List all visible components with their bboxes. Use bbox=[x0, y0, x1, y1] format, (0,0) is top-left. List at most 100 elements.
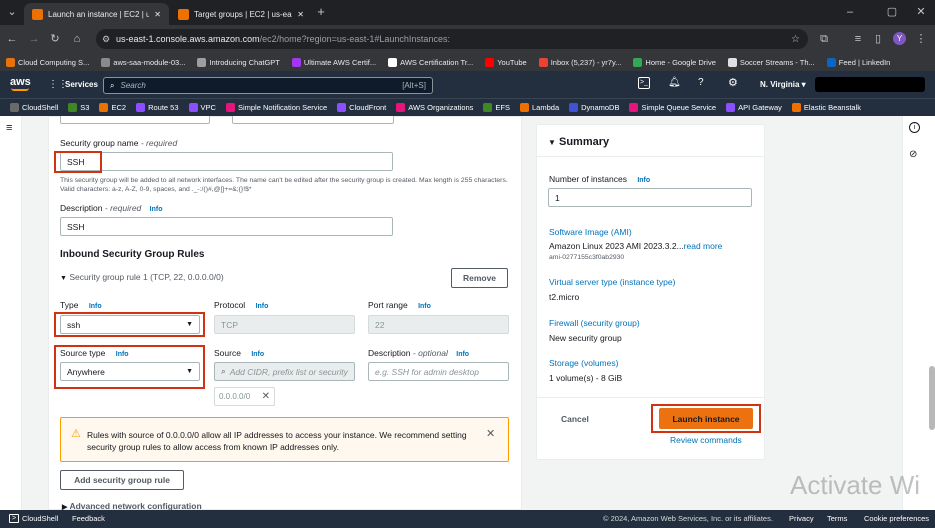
favorite-service-cloudshell[interactable]: CloudShell bbox=[10, 103, 58, 112]
maximize-icon[interactable]: ▢ bbox=[884, 0, 900, 26]
favorite-service-lambda[interactable]: Lambda bbox=[520, 103, 559, 112]
bookmark-item[interactable]: Feed | LinkedIn bbox=[826, 57, 890, 67]
favorite-service-efs[interactable]: EFS bbox=[483, 103, 510, 112]
description-input[interactable]: SSH bbox=[60, 217, 393, 236]
bookmark-item[interactable]: Cloud Computing S... bbox=[6, 57, 89, 67]
aws-logo[interactable]: aws bbox=[10, 76, 31, 88]
forward-icon[interactable]: → bbox=[26, 25, 42, 53]
favorite-service-vpc[interactable]: VPC bbox=[188, 103, 216, 112]
info-link[interactable]: Info bbox=[637, 177, 650, 184]
footer-terms[interactable]: Terms bbox=[827, 514, 847, 523]
ami-value: Amazon Linux 2023 AMI 2023.3.2...read mo… bbox=[549, 241, 723, 251]
footer-privacy[interactable]: Privacy bbox=[789, 514, 814, 523]
hamburger-menu-icon[interactable]: ≡ bbox=[6, 122, 12, 134]
bookmark-item[interactable]: Ultimate AWS Certif... bbox=[291, 57, 377, 67]
num-instances-input[interactable]: 1 bbox=[548, 188, 752, 207]
storage-link[interactable]: Storage (volumes) bbox=[549, 358, 618, 368]
reload-icon[interactable]: ↻ bbox=[47, 25, 63, 53]
rule-1-toggle[interactable]: ▼ Security group rule 1 (TCP, 22, 0.0.0.… bbox=[60, 272, 224, 282]
info-link[interactable]: Info bbox=[251, 351, 264, 358]
favorite-service-simple-queue-service[interactable]: Simple Queue Service bbox=[629, 103, 716, 112]
footer-feedback[interactable]: Feedback bbox=[72, 514, 105, 523]
instance-type-link[interactable]: Virtual server type (instance type) bbox=[549, 277, 675, 287]
favorite-service-elastic-beanstalk[interactable]: Elastic Beanstalk bbox=[791, 103, 861, 112]
read-more-link[interactable]: read more bbox=[684, 241, 723, 251]
site-info-icon[interactable]: ⚙ bbox=[102, 34, 110, 45]
new-tab-icon[interactable]: + bbox=[313, 0, 329, 26]
profile-avatar[interactable]: Y bbox=[893, 32, 906, 45]
bookmark-item[interactable]: Home - Google Drive bbox=[633, 57, 716, 67]
favorite-service-api-gateway[interactable]: API Gateway bbox=[726, 103, 782, 112]
field-above-partial[interactable] bbox=[60, 116, 210, 124]
bookmark-item[interactable]: Inbox (5,237) - yr7y... bbox=[538, 57, 621, 67]
footer-cookies[interactable]: Cookie preferences bbox=[864, 514, 929, 523]
cloudshell-icon[interactable]: >_ bbox=[638, 77, 650, 89]
ami-link[interactable]: Software Image (AMI) bbox=[549, 227, 632, 237]
bookmark-star-icon[interactable]: ☆ bbox=[791, 34, 800, 45]
instance-type-value: t2.micro bbox=[549, 292, 580, 302]
browser-tab-active[interactable]: Launch an instance | EC2 | us-e ✕ bbox=[24, 3, 169, 25]
bookmark-item[interactable]: YouTube bbox=[485, 57, 527, 67]
side-panel-icon[interactable]: ▯ bbox=[870, 25, 886, 53]
extensions-icon[interactable]: ⧉ bbox=[816, 25, 832, 53]
favorite-service-ec2[interactable]: EC2 bbox=[99, 103, 126, 112]
rule-description-input[interactable]: e.g. SSH for admin desktop bbox=[368, 362, 509, 381]
sg-name-input[interactable]: SSH bbox=[60, 152, 393, 171]
bookmark-label: Ultimate AWS Certif... bbox=[303, 57, 377, 67]
info-link[interactable]: Info bbox=[256, 303, 269, 310]
tab-list-chevron-icon[interactable]: ⌄ bbox=[4, 0, 20, 26]
summary-toggle[interactable]: ▼ Summary bbox=[548, 136, 609, 148]
address-bar[interactable]: ⚙ us-east-1.console.aws.amazon.com /ec2/… bbox=[96, 29, 808, 49]
remove-rule-button[interactable]: Remove bbox=[451, 268, 508, 288]
ec2-favicon-icon bbox=[32, 8, 43, 20]
source-cidr-input[interactable]: ⌕ Add CIDR, prefix list or security bbox=[214, 362, 355, 381]
highlight-box bbox=[651, 404, 761, 433]
bookmark-item[interactable]: aws-saa-module-03... bbox=[101, 57, 185, 67]
help-icon[interactable]: ? bbox=[698, 77, 704, 88]
favorite-service-cloudfront[interactable]: CloudFront bbox=[337, 103, 386, 112]
browser-menu-icon[interactable]: ⋮ bbox=[913, 25, 929, 53]
bookmark-favicon-icon bbox=[197, 57, 207, 67]
favorite-service-aws-organizations[interactable]: AWS Organizations bbox=[396, 103, 473, 112]
window-close-icon[interactable]: ✕ bbox=[913, 0, 929, 26]
info-link[interactable]: Info bbox=[89, 303, 102, 310]
services-menu-label[interactable]: Services bbox=[65, 80, 98, 89]
info-link[interactable]: Info bbox=[418, 303, 431, 310]
minimize-icon[interactable]: – bbox=[842, 0, 858, 26]
cancel-button[interactable]: Cancel bbox=[561, 414, 589, 424]
firewall-link[interactable]: Firewall (security group) bbox=[549, 318, 640, 328]
reading-list-icon[interactable]: ≡ bbox=[850, 25, 866, 53]
review-commands-link[interactable]: Review commands bbox=[670, 435, 742, 445]
favorite-service-s3[interactable]: S3 bbox=[68, 103, 89, 112]
info-link[interactable]: Info bbox=[150, 206, 163, 213]
favorite-service-simple-notification-service[interactable]: Simple Notification Service bbox=[225, 103, 327, 112]
close-icon[interactable]: ✕ bbox=[154, 10, 161, 19]
bookmark-item[interactable]: Introducing ChatGPT bbox=[197, 57, 280, 67]
bookmark-favicon-icon bbox=[388, 57, 398, 67]
dismiss-warning-icon[interactable]: ✕ bbox=[486, 427, 495, 440]
field-above-partial[interactable] bbox=[232, 116, 394, 124]
scrollbar-thumb[interactable] bbox=[929, 366, 935, 430]
service-label: CloudFront bbox=[349, 103, 387, 112]
region-selector[interactable]: N. Virginia ▾ bbox=[760, 80, 806, 89]
browser-tab[interactable]: Target groups | EC2 | us-east-1 ✕ bbox=[170, 3, 312, 25]
info-panel-icon[interactable]: i bbox=[909, 122, 920, 133]
notifications-bell-icon[interactable]: 🔔︎ bbox=[668, 77, 681, 88]
home-icon[interactable]: ⌂ bbox=[69, 25, 85, 53]
browser-tab-strip: ⌄ Launch an instance | EC2 | us-e ✕ Targ… bbox=[0, 0, 935, 25]
feedback-icon[interactable]: ⊘ bbox=[909, 149, 917, 160]
footer-cloudshell[interactable]: CloudShell bbox=[22, 514, 58, 523]
favorite-service-dynamodb[interactable]: DynamoDB bbox=[569, 103, 619, 112]
back-icon[interactable]: ← bbox=[4, 25, 20, 53]
service-icon bbox=[10, 103, 19, 112]
bookmark-item[interactable]: Soccer Streams - Th... bbox=[727, 57, 815, 67]
info-link[interactable]: Info bbox=[456, 351, 469, 358]
close-icon[interactable]: ✕ bbox=[297, 10, 304, 19]
account-menu-redacted[interactable] bbox=[815, 77, 925, 92]
settings-gear-icon[interactable]: ⚙ bbox=[728, 76, 738, 89]
remove-token-icon[interactable]: ✕ bbox=[262, 391, 270, 402]
aws-search-input[interactable]: ⌕ Search [Alt+S] bbox=[103, 77, 433, 94]
add-security-group-rule-button[interactable]: Add security group rule bbox=[60, 470, 184, 490]
bookmark-item[interactable]: AWS Certification Tr... bbox=[388, 57, 473, 67]
favorite-service-route-53[interactable]: Route 53 bbox=[136, 103, 179, 112]
